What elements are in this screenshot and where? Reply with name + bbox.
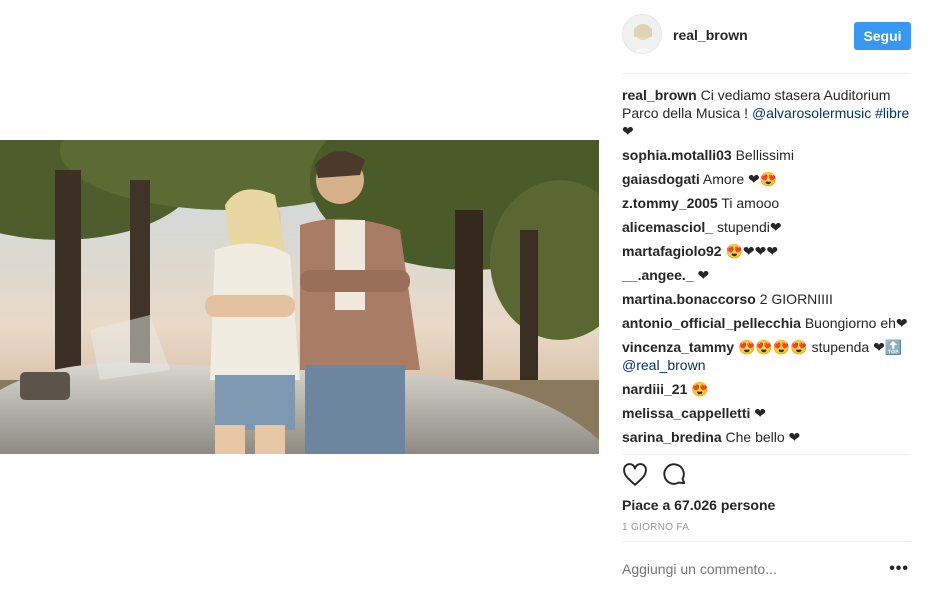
likes-count[interactable]: Piace a 67.026 persone [622, 497, 775, 513]
post-username[interactable]: real_brown [673, 27, 748, 43]
comment: z.tommy_2005 Ti amooo [622, 194, 911, 212]
caption-emoji: ❤ [622, 123, 634, 139]
comment-text: Buongiorno eh❤ [804, 315, 908, 331]
caption-hashtag[interactable]: #libre [875, 105, 909, 121]
comment-input[interactable] [622, 561, 872, 577]
comment-username[interactable]: z.tommy_2005 [622, 195, 718, 211]
post-timestamp[interactable]: 1 GIORNO FA [622, 522, 689, 533]
comment-text: 😍❤❤❤ [725, 243, 779, 259]
comment-username[interactable]: nardiii_21 [622, 381, 687, 397]
comment-username[interactable]: __.angee._ [622, 267, 694, 283]
avatar[interactable] [622, 14, 662, 54]
comment-username[interactable]: gaiasdogati [622, 171, 700, 187]
comment-text: Amore ❤😍 [702, 171, 778, 187]
comment: vincenza_tammy 😍😍😍😍 stupenda ❤🔝 @real_br… [622, 338, 911, 374]
post-photo[interactable] [0, 140, 599, 454]
comment-text: Bellissimi [735, 147, 794, 163]
comment-username[interactable]: sarina_bredina [622, 429, 722, 445]
follow-button[interactable]: Segui [854, 22, 911, 50]
comment-username[interactable]: melissa_cappelletti [622, 405, 750, 421]
ellipsis-icon[interactable]: ••• [889, 560, 909, 578]
comment-text: ❤ [697, 267, 710, 283]
comment-text: 😍 [691, 381, 709, 397]
comment-username[interactable]: alicemasciol_ [622, 219, 713, 235]
comment: sophia.motalli03 Bellissimi [622, 146, 911, 164]
comment-text: Ti amooo [721, 195, 780, 211]
speech-bubble-icon[interactable] [662, 462, 690, 490]
comment: gaiasdogati Amore ❤😍 [622, 170, 911, 188]
comment-text: 😍😍😍😍 stupenda ❤🔝 [737, 339, 903, 355]
header-divider [622, 73, 911, 74]
comments-list: real_brown Ci vediamo stasera Auditorium… [622, 86, 911, 452]
comments-divider [622, 454, 911, 455]
comment-username[interactable]: sophia.motalli03 [622, 147, 732, 163]
comment: martina.bonaccorso 2 GIORNIIII [622, 290, 911, 308]
heart-outline-icon[interactable] [622, 462, 650, 490]
photo-image [0, 140, 599, 454]
post-sidebar: real_brown Segui real_brown Ci vediamo s… [622, 0, 911, 593]
comment: alicemasciol_ stupendi❤ [622, 218, 911, 236]
comment-username[interactable]: antonio_official_pellecchia [622, 315, 801, 331]
comment: martafagiolo92 😍❤❤❤ [622, 242, 911, 260]
comment: nardiii_21 😍 [622, 380, 911, 398]
caption: real_brown Ci vediamo stasera Auditorium… [622, 86, 911, 140]
comment: __.angee._ ❤ [622, 266, 911, 284]
comment: sarina_bredina Che bello ❤ [622, 428, 911, 446]
comment-text: Che bello ❤ [725, 429, 801, 445]
comment: antonio_official_pellecchia Buongiorno e… [622, 314, 911, 332]
caption-username[interactable]: real_brown [622, 87, 697, 103]
avatar-image [623, 15, 661, 53]
comment: melissa_cappelletti ❤ [622, 404, 911, 422]
comment-text: stupendi❤ [716, 219, 782, 235]
footer-divider [622, 541, 911, 542]
comment-text: 2 GIORNIIII [759, 291, 833, 307]
comment-text: ❤ [754, 405, 767, 421]
comment-mention[interactable]: @real_brown [622, 357, 705, 373]
comment-username[interactable]: martina.bonaccorso [622, 291, 756, 307]
post-header: real_brown Segui [622, 14, 911, 58]
comment-username[interactable]: martafagiolo92 [622, 243, 722, 259]
comment-username[interactable]: vincenza_tammy [622, 339, 734, 355]
caption-mention[interactable]: @alvarosolermusic [752, 105, 871, 121]
